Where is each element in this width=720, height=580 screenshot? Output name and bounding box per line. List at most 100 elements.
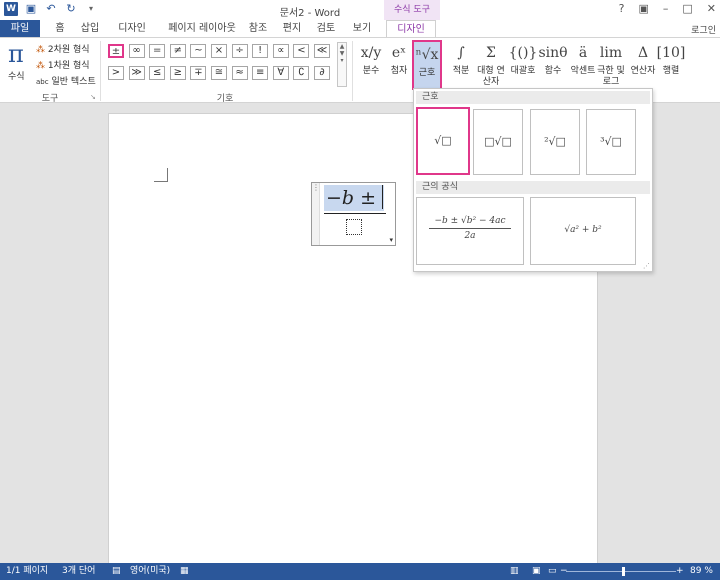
bracket-label: 대괄호	[510, 66, 536, 76]
operator-button[interactable]: Δ 연산자	[628, 40, 658, 90]
linear-format-label: 1차원 형식	[47, 61, 90, 71]
tab-design[interactable]: 디자인	[114, 20, 150, 38]
symbol-button[interactable]: ≥	[169, 66, 186, 80]
tools-dialog-launcher-icon[interactable]: ↘	[90, 93, 96, 101]
proofing-icon[interactable]: ▤	[112, 563, 121, 580]
fraction-icon: x/y	[360, 45, 382, 61]
radical-button[interactable]: ⁿ√x 근호	[412, 40, 442, 90]
operator-label: 연산자	[630, 66, 656, 76]
tab-view[interactable]: 보기	[350, 20, 374, 38]
symbol-gallery-scroll[interactable]: ▲ ▼ ▾	[337, 42, 347, 87]
maximize-button[interactable]: □	[682, 2, 692, 15]
accent-label: 악센트	[570, 66, 596, 76]
language-indicator[interactable]: 영어(미국)	[130, 563, 170, 580]
symbol-button[interactable]: ~	[190, 44, 207, 58]
professional-format-label: 2차원 형식	[47, 45, 90, 55]
integral-label: 적분	[452, 66, 470, 76]
zoom-slider-thumb[interactable]	[622, 567, 625, 576]
radical-icon: ⁿ√x	[415, 47, 439, 63]
close-button[interactable]: ✕	[707, 2, 716, 15]
linear-format-button[interactable]: ⁂ 1차원 형식	[36, 58, 90, 71]
login-link[interactable]: 로그인	[691, 23, 716, 36]
nth-root-tile[interactable]: □√□	[473, 109, 523, 175]
symbol-button[interactable]: ≅	[211, 66, 227, 80]
function-label: 함수	[544, 66, 562, 76]
integral-button[interactable]: ∫ 적분	[446, 40, 476, 90]
symbol-button[interactable]: ∝	[272, 44, 289, 58]
zoom-in-button[interactable]: +	[676, 563, 684, 580]
equation-pi-icon[interactable]: π	[8, 40, 24, 68]
word-count[interactable]: 3개 단어	[62, 563, 95, 580]
tab-mailings[interactable]: 편지	[280, 20, 304, 38]
symbol-button[interactable]: ≠	[169, 44, 186, 58]
zoom-level[interactable]: 89 %	[690, 563, 713, 580]
web-layout-icon[interactable]: ▭	[548, 563, 557, 580]
large-operator-icon: Σ	[486, 45, 496, 61]
symbol-button[interactable]: ±	[108, 44, 124, 58]
fraction-button[interactable]: x/y 분수	[356, 40, 386, 90]
symbol-button[interactable]: !	[252, 44, 269, 58]
tab-review[interactable]: 검토	[314, 20, 338, 38]
limit-log-label: 극한 및 로그	[597, 66, 625, 87]
symbol-button[interactable]: ∓	[190, 66, 207, 80]
page-count[interactable]: 1/1 페이지	[6, 563, 48, 580]
radical-gallery-panel: 근호 √□ □√□ ²√□ ³√□ 근의 공식 −b ± √b² − 4ac 2…	[413, 88, 653, 272]
equation-options-icon[interactable]: ▾	[389, 236, 393, 244]
title-bar: W ▣ ↶ ↻ ▾ 문서2 - Word 수식 도구 ? ▣ – □ ✕	[0, 0, 720, 20]
print-layout-icon[interactable]: ▣	[532, 563, 541, 580]
symbol-button[interactable]: <	[293, 44, 310, 58]
tab-home[interactable]: 홈	[50, 20, 70, 38]
pythagorean-tile[interactable]: √a² + b²	[530, 197, 636, 265]
zoom-slider[interactable]	[566, 571, 676, 572]
symbol-button[interactable]: ∂	[314, 66, 330, 80]
square-root-tile[interactable]: √□	[416, 107, 470, 175]
denominator-placeholder[interactable]	[346, 219, 362, 235]
group-separator	[352, 41, 353, 101]
symbol-button[interactable]: ≈	[231, 66, 248, 80]
tab-references[interactable]: 참조	[246, 20, 270, 38]
bracket-button[interactable]: {()} 대괄호	[508, 40, 538, 90]
radicals-section-header: 근호	[416, 91, 650, 104]
tab-insert[interactable]: 삽입	[76, 20, 104, 38]
matrix-label: 행렬	[662, 66, 680, 76]
script-icon: eˣ	[391, 45, 407, 61]
symbol-button[interactable]: ∞	[128, 44, 145, 58]
cube-root-tile[interactable]: ³√□	[586, 109, 636, 175]
script-button[interactable]: eˣ 첨자	[384, 40, 414, 90]
ribbon-display-button[interactable]: ▣	[638, 2, 648, 15]
symbol-button[interactable]: ≡	[252, 66, 269, 80]
macro-icon[interactable]: ▦	[180, 563, 189, 580]
symbol-button[interactable]: ∀	[272, 66, 289, 80]
symbol-button[interactable]: ≪	[314, 44, 330, 58]
equation-button-label[interactable]: 수식	[8, 69, 25, 82]
function-button[interactable]: sinθ 함수	[538, 40, 568, 90]
quadratic-formula-tile[interactable]: −b ± √b² − 4ac 2a	[416, 197, 524, 265]
quadratic-denominator: 2a	[464, 231, 476, 241]
matrix-icon: [10]	[656, 45, 686, 61]
accent-button[interactable]: ä 악센트	[568, 40, 598, 90]
matrix-button[interactable]: [10] 행렬	[656, 40, 686, 90]
equation-handle-icon[interactable]: ⋮	[312, 183, 320, 245]
large-operator-button[interactable]: Σ 대형 연산자	[476, 40, 506, 90]
symbol-button[interactable]: >	[108, 66, 124, 80]
symbol-button[interactable]: =	[149, 44, 166, 58]
tab-page-layout[interactable]: 페이지 레이아웃	[162, 20, 242, 38]
integral-icon: ∫	[457, 45, 465, 61]
help-button[interactable]: ?	[619, 2, 625, 15]
square-root-degree-tile[interactable]: ²√□	[530, 109, 580, 175]
symbol-button[interactable]: ×	[211, 44, 227, 58]
limit-log-button[interactable]: lim 극한 및 로그	[596, 40, 626, 90]
window-controls: ? ▣ – □ ✕	[619, 2, 716, 15]
resize-gripper-icon[interactable]: ⋰	[643, 262, 650, 270]
symbol-button[interactable]: ÷	[231, 44, 248, 58]
equation-numerator[interactable]: −b ±	[324, 185, 384, 211]
tab-file[interactable]: 파일	[0, 20, 40, 38]
normal-text-button[interactable]: abc 일반 텍스트	[36, 74, 96, 87]
symbol-button[interactable]: ≫	[128, 66, 145, 80]
equation-container[interactable]: ⋮ −b ± ▾	[311, 182, 396, 246]
read-mode-icon[interactable]: ▥	[510, 563, 519, 580]
symbol-button[interactable]: ≤	[149, 66, 166, 80]
professional-format-button[interactable]: ⁂ 2차원 형식	[36, 42, 90, 55]
minimize-button[interactable]: –	[663, 2, 669, 15]
symbol-button[interactable]: ∁	[293, 66, 310, 80]
